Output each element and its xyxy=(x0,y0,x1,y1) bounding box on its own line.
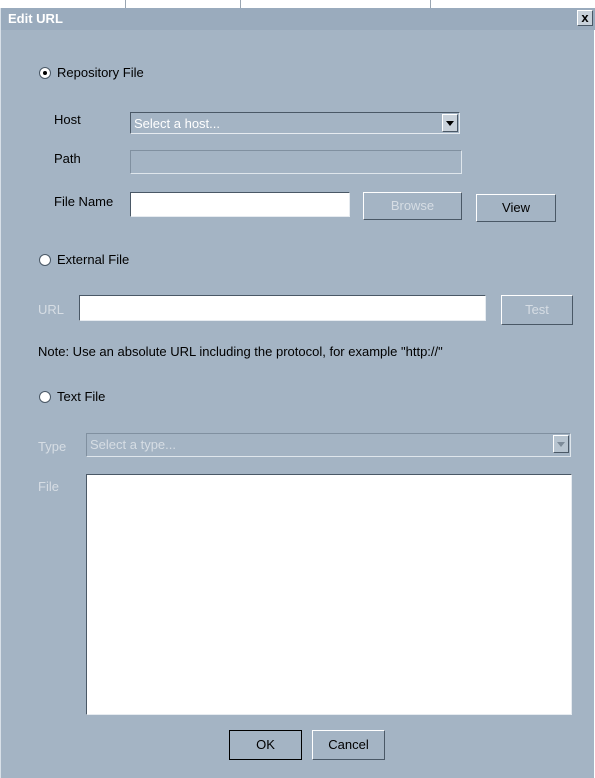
view-button[interactable]: View xyxy=(476,194,556,222)
text-file-label: Text File xyxy=(57,389,106,404)
browse-button[interactable]: Browse xyxy=(363,192,462,220)
text-file-radio[interactable] xyxy=(39,391,51,403)
path-field xyxy=(130,150,462,174)
chevron-down-icon xyxy=(557,442,565,447)
url-note: Note: Use an absolute URL including the … xyxy=(38,344,443,359)
host-dropdown-button[interactable] xyxy=(442,114,458,132)
repository-file-radio[interactable] xyxy=(39,67,51,79)
external-file-radio[interactable] xyxy=(39,254,51,266)
file-content-textarea[interactable] xyxy=(86,474,572,715)
external-file-label: External File xyxy=(57,252,130,267)
background-tick xyxy=(125,0,126,8)
type-dropdown-button xyxy=(553,435,569,453)
dialog-title: Edit URL xyxy=(8,11,63,26)
file-label: File xyxy=(38,479,59,494)
radio-selected-dot xyxy=(43,71,47,75)
file-name-input[interactable] xyxy=(130,192,350,217)
cancel-button[interactable]: Cancel xyxy=(312,730,385,760)
type-label: Type xyxy=(38,439,67,454)
close-button[interactable]: x xyxy=(577,10,593,26)
close-icon: x xyxy=(581,10,589,25)
path-label: Path xyxy=(54,151,81,166)
test-button[interactable]: Test xyxy=(501,295,573,325)
repository-file-label: Repository File xyxy=(57,65,144,80)
ok-button[interactable]: OK xyxy=(229,730,302,760)
host-select[interactable]: Select a host... xyxy=(130,112,460,134)
background-tick xyxy=(240,0,241,8)
chevron-down-icon xyxy=(446,121,454,126)
host-select-value: Select a host... xyxy=(134,116,220,131)
edit-url-dialog: Edit URL x Repository File Host Select a… xyxy=(0,8,595,778)
file-name-label: File Name xyxy=(54,194,114,209)
background-strip xyxy=(0,0,595,8)
type-select-value: Select a type... xyxy=(90,437,176,452)
url-label: URL xyxy=(38,302,65,317)
type-select: Select a type... xyxy=(86,433,571,457)
title-bar: Edit URL x xyxy=(1,8,595,30)
background-tick xyxy=(430,0,431,8)
url-input[interactable] xyxy=(79,295,486,321)
host-label: Host xyxy=(54,112,81,127)
